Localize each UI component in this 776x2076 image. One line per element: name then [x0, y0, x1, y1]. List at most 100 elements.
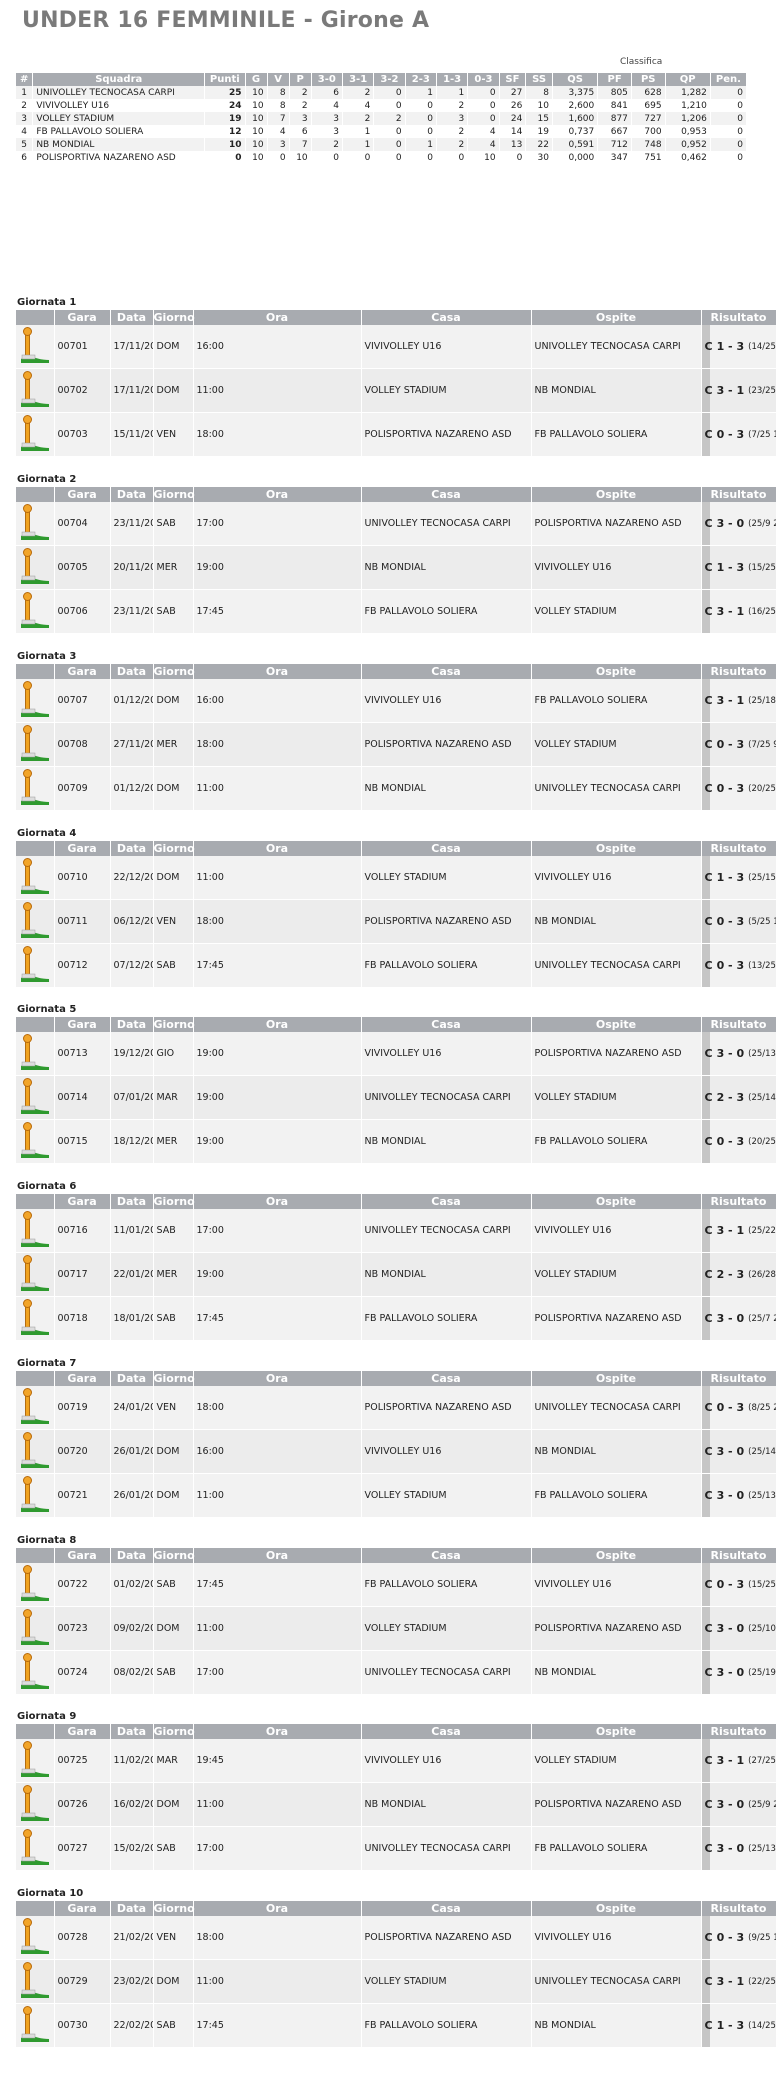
standings-header-cell[interactable]: P [289, 73, 312, 86]
match-report-icon[interactable] [18, 858, 52, 899]
match-report-cell[interactable] [16, 766, 55, 811]
match-row[interactable]: 0070117/11/2024DOM16:00VIVIVOLLEY U16UNI… [16, 325, 776, 369]
match-report-icon[interactable] [18, 548, 52, 589]
match-report-icon[interactable] [18, 1034, 52, 1075]
match-report-cell[interactable] [16, 1032, 55, 1076]
match-row[interactable]: 0072309/02/2025DOM11:00VOLLEY STADIUMPOL… [16, 1606, 776, 1651]
match-report-icon[interactable] [18, 1565, 52, 1606]
home-team[interactable]: UNIVOLLEY TECNOCASA CARPI [361, 502, 532, 546]
match-report-icon[interactable] [18, 681, 52, 722]
match-row[interactable]: 0071518/12/2024MER19:00NB MONDIALFB PALL… [16, 1119, 776, 1164]
match-report-icon[interactable] [18, 371, 52, 412]
match-report-icon[interactable] [18, 1918, 52, 1959]
match-row[interactable]: 0072923/02/2025DOM11:00VOLLEY STADIUMUNI… [16, 1959, 776, 2004]
home-team[interactable]: FB PALLAVOLO SOLIERA [361, 943, 532, 988]
away-team[interactable]: NB MONDIAL [531, 1650, 702, 1695]
away-team[interactable]: VOLLEY STADIUM [531, 1739, 702, 1783]
match-row[interactable]: 0070901/12/2024DOM11:00NB MONDIALUNIVOLL… [16, 766, 776, 811]
match-row[interactable]: 0070827/11/2024MER18:00POLISPORTIVA NAZA… [16, 722, 776, 767]
home-team[interactable]: VIVIVOLLEY U16 [361, 1032, 532, 1076]
away-team[interactable]: VOLLEY STADIUM [531, 1252, 702, 1297]
match-row[interactable]: 0072616/02/2025DOM11:00NB MONDIALPOLISPO… [16, 1782, 776, 1827]
home-team[interactable]: VOLLEY STADIUM [361, 856, 532, 900]
home-team[interactable]: VOLLEY STADIUM [361, 368, 532, 413]
team-name[interactable]: UNIVOLLEY TECNOCASA CARPI [32, 86, 206, 99]
match-report-cell[interactable] [16, 502, 55, 546]
match-report-cell[interactable] [16, 1606, 55, 1651]
away-team[interactable]: UNIVOLLEY TECNOCASA CARPI [531, 766, 702, 811]
standings-header-cell[interactable]: 1-3 [436, 73, 469, 86]
home-team[interactable]: POLISPORTIVA NAZARENO ASD [361, 722, 532, 767]
away-team[interactable]: UNIVOLLEY TECNOCASA CARPI [531, 1386, 702, 1430]
standings-header-cell[interactable]: Pen. [710, 73, 748, 86]
match-row[interactable]: 0072026/01/2025DOM16:00VIVIVOLLEY U16NB … [16, 1429, 776, 1474]
home-team[interactable]: FB PALLAVOLO SOLIERA [361, 2003, 532, 2048]
match-report-icon[interactable] [18, 1122, 52, 1163]
match-report-cell[interactable] [16, 1826, 55, 1871]
standings-header-cell[interactable]: Squadra [32, 73, 206, 86]
away-team[interactable]: VOLLEY STADIUM [531, 589, 702, 634]
match-row[interactable]: 0070423/11/2024SAB17:00UNIVOLLEY TECNOCA… [16, 502, 776, 546]
match-row[interactable]: 0071319/12/2024GIO19:00VIVIVOLLEY U16POL… [16, 1032, 776, 1076]
match-report-icon[interactable] [18, 725, 52, 766]
match-report-cell[interactable] [16, 1252, 55, 1297]
match-report-cell[interactable] [16, 899, 55, 944]
home-team[interactable]: NB MONDIAL [361, 545, 532, 590]
match-row[interactable]: 0072715/02/2025SAB17:00UNIVOLLEY TECNOCA… [16, 1826, 776, 1871]
away-team[interactable]: FB PALLAVOLO SOLIERA [531, 679, 702, 723]
match-row[interactable]: 0070217/11/2024DOM11:00VOLLEY STADIUMNB … [16, 368, 776, 413]
match-report-cell[interactable] [16, 856, 55, 900]
match-report-icon[interactable] [18, 1653, 52, 1694]
away-team[interactable]: VIVIVOLLEY U16 [531, 545, 702, 590]
away-team[interactable]: VIVIVOLLEY U16 [531, 856, 702, 900]
match-row[interactable]: 0072408/02/2025SAB17:00UNIVOLLEY TECNOCA… [16, 1650, 776, 1695]
standings-header-cell[interactable]: 2-3 [405, 73, 437, 86]
match-row[interactable]: 0071106/12/2024VEN18:00POLISPORTIVA NAZA… [16, 899, 776, 944]
standings-header-cell[interactable]: V [267, 73, 290, 86]
match-report-cell[interactable] [16, 1386, 55, 1430]
away-team[interactable]: POLISPORTIVA NAZARENO ASD [531, 1782, 702, 1827]
standings-header-cell[interactable]: 3-0 [311, 73, 343, 86]
match-row[interactable]: 0070701/12/2024DOM16:00VIVIVOLLEY U16FB … [16, 679, 776, 723]
home-team[interactable]: POLISPORTIVA NAZARENO ASD [361, 1916, 532, 1960]
away-team[interactable]: FB PALLAVOLO SOLIERA [531, 1119, 702, 1164]
away-team[interactable]: POLISPORTIVA NAZARENO ASD [531, 1606, 702, 1651]
away-team[interactable]: NB MONDIAL [531, 2003, 702, 2048]
standings-header-cell[interactable]: QS [552, 73, 599, 86]
away-team[interactable]: VIVIVOLLEY U16 [531, 1563, 702, 1607]
match-report-icon[interactable] [18, 1255, 52, 1296]
home-team[interactable]: NB MONDIAL [361, 766, 532, 811]
match-report-cell[interactable] [16, 1119, 55, 1164]
away-team[interactable]: FB PALLAVOLO SOLIERA [531, 412, 702, 457]
away-team[interactable]: VOLLEY STADIUM [531, 722, 702, 767]
team-name[interactable]: NB MONDIAL [32, 138, 206, 151]
match-row[interactable]: 0072511/02/2025MAR19:45VIVIVOLLEY U16VOL… [16, 1739, 776, 1783]
match-report-cell[interactable] [16, 368, 55, 413]
standings-header-cell[interactable]: SF [499, 73, 527, 86]
home-team[interactable]: UNIVOLLEY TECNOCASA CARPI [361, 1826, 532, 1871]
match-row[interactable]: 0073022/02/2025SAB17:45FB PALLAVOLO SOLI… [16, 2003, 776, 2048]
home-team[interactable]: VIVIVOLLEY U16 [361, 679, 532, 723]
match-report-icon[interactable] [18, 1299, 52, 1340]
match-row[interactable]: 0071611/01/2025SAB17:00UNIVOLLEY TECNOCA… [16, 1209, 776, 1253]
match-row[interactable]: 0070623/11/2024SAB17:45FB PALLAVOLO SOLI… [16, 589, 776, 634]
home-team[interactable]: POLISPORTIVA NAZARENO ASD [361, 1386, 532, 1430]
standings-header-cell[interactable]: 3-2 [373, 73, 406, 86]
match-report-cell[interactable] [16, 1916, 55, 1960]
match-report-icon[interactable] [18, 2006, 52, 2047]
standings-header-cell[interactable]: SS [525, 73, 553, 86]
away-team[interactable]: VIVIVOLLEY U16 [531, 1209, 702, 1253]
match-report-icon[interactable] [18, 946, 52, 987]
match-report-cell[interactable] [16, 1650, 55, 1695]
standings-header-cell[interactable]: 3-1 [342, 73, 375, 86]
home-team[interactable]: POLISPORTIVA NAZARENO ASD [361, 899, 532, 944]
home-team[interactable]: VIVIVOLLEY U16 [361, 325, 532, 369]
match-row[interactable]: 0072126/01/2025DOM11:00VOLLEY STADIUMFB … [16, 1473, 776, 1518]
home-team[interactable]: VIVIVOLLEY U16 [361, 1429, 532, 1474]
match-report-cell[interactable] [16, 325, 55, 369]
match-report-cell[interactable] [16, 412, 55, 457]
match-report-icon[interactable] [18, 902, 52, 943]
match-row[interactable]: 0071022/12/2024DOM11:00VOLLEY STADIUMVIV… [16, 856, 776, 900]
away-team[interactable]: NB MONDIAL [531, 899, 702, 944]
home-team[interactable]: FB PALLAVOLO SOLIERA [361, 589, 532, 634]
